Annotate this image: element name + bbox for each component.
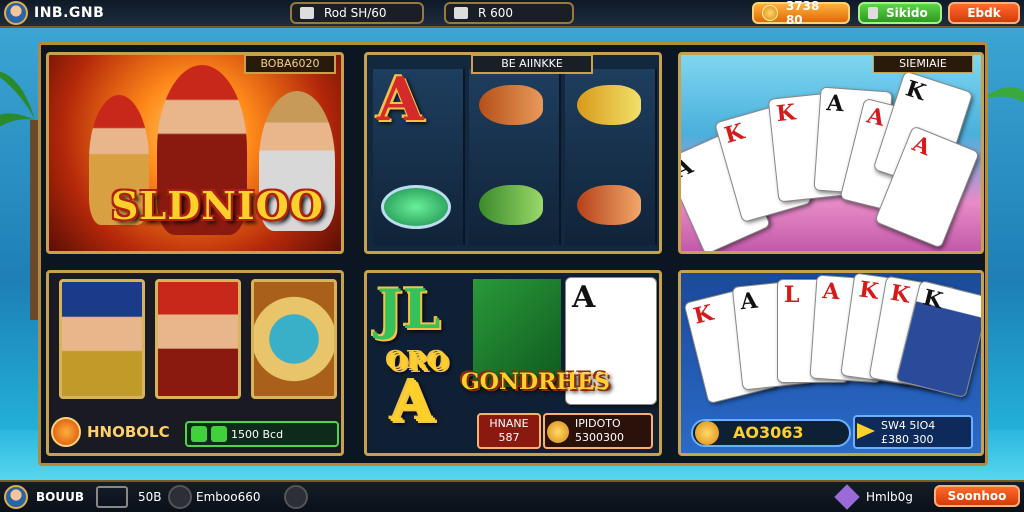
green-bet-bar[interactable]: 1500 Bcd: [185, 421, 339, 447]
hero-tag: BOBA6020: [244, 55, 336, 74]
coin-button[interactable]: [51, 417, 81, 447]
reels-tag: BE AIINKKE: [471, 55, 593, 74]
arrow-icon: [857, 423, 875, 439]
coins-pill[interactable]: 3738 80: [752, 0, 850, 27]
chat-icon: [191, 426, 207, 442]
settings-icon[interactable]: [168, 485, 192, 509]
bottom-action-button[interactable]: Soonhoo: [934, 485, 1020, 507]
symbol-a-icon: A: [377, 65, 424, 135]
stat-pill-1[interactable]: Rod SH/60: [290, 2, 424, 24]
cards-tag: SIEMIAIE: [873, 55, 973, 73]
bottom-label-3: Emboo660: [196, 490, 261, 504]
phone-icon: [868, 7, 878, 19]
jackpot-title: GONDRHES: [461, 369, 610, 395]
player-avatar[interactable]: [4, 1, 28, 25]
fish-icon: [479, 85, 543, 125]
bottom-label-2: 50B: [138, 490, 162, 504]
game-tile-hero[interactable]: SLDNIOO BOBA6020: [46, 52, 344, 254]
coin-stack-icon: [300, 7, 314, 19]
coin-icon: [762, 5, 778, 21]
red-action-button[interactable]: Ebdk: [948, 2, 1020, 24]
stat-pill-2[interactable]: R 600: [444, 2, 574, 24]
hname-button[interactable]: HNANE 587: [477, 413, 541, 449]
fish-icon: [479, 185, 543, 225]
menu-icon[interactable]: [96, 486, 128, 508]
potion-bowl-icon: [381, 185, 451, 229]
game-tile-jackpot[interactable]: JL ORO A A GONDRHES HNANE 587 IPIDOTO 53…: [364, 270, 662, 456]
game-tile-cards[interactable]: A K K A A K A SIEMIAIE: [678, 52, 984, 254]
gem-icon: [454, 7, 468, 19]
portrait-wizard[interactable]: [59, 279, 145, 399]
symbol-a-icon: A: [391, 369, 435, 435]
portrait-cowboy[interactable]: [155, 279, 241, 399]
fish-icon: [577, 185, 641, 225]
profile-avatar[interactable]: [4, 485, 28, 509]
green-action-button[interactable]: Sikido: [858, 2, 942, 24]
game-title: SLDNIOO: [111, 183, 324, 228]
game-tile-reels[interactable]: A BE AIINKKE: [364, 52, 662, 254]
game-tile-characters[interactable]: HNOBOLC 1500 Bcd: [46, 270, 344, 456]
coin-icon: [695, 421, 719, 445]
symbol-jl-icon: JL: [377, 277, 441, 341]
sparkle-icon[interactable]: [284, 485, 308, 509]
gift-icon: [834, 484, 860, 510]
game-tile-bonus[interactable]: K A L A K K K AO3063 SW4 5IO4 £380 300: [678, 270, 984, 456]
portrait-mirror[interactable]: [251, 279, 337, 399]
brand-logo: INB.GNB: [34, 5, 105, 21]
bottom-label-1: BOUUB: [36, 490, 84, 504]
characters-label: HNOBOLC: [87, 423, 170, 441]
bottom-bar: BOUUB 50B Emboo660 Hmlb0g Soonhoo: [0, 480, 1024, 512]
fish-icon: [577, 85, 641, 125]
coin-icon: [547, 421, 569, 443]
check-icon: [211, 426, 227, 442]
bottom-label-4: Hmlb0g: [866, 490, 913, 504]
